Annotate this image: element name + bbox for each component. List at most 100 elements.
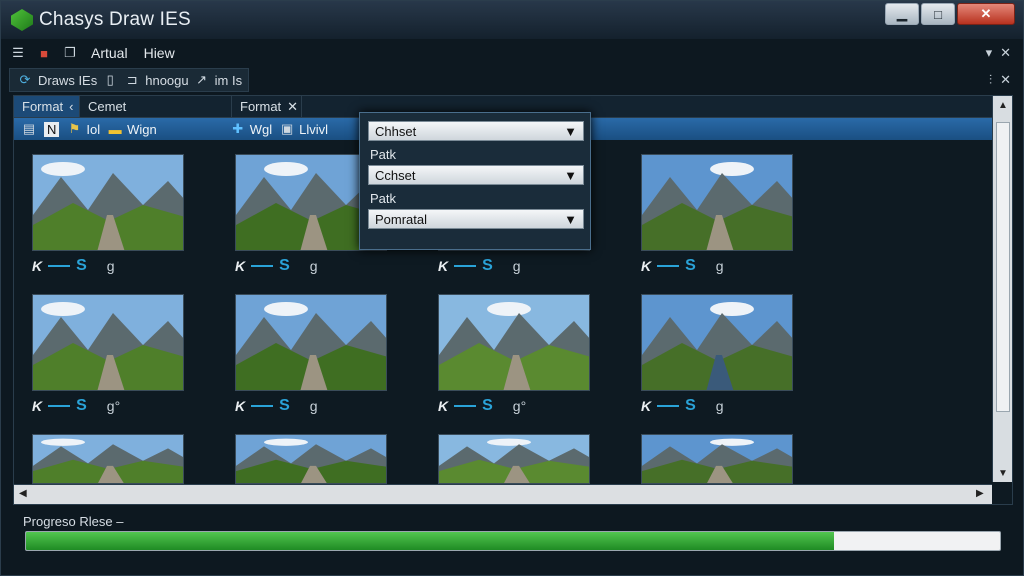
thumbnail-item[interactable]: K Sg: [641, 294, 793, 414]
thumbnail-status: S: [482, 257, 493, 274]
thumbnail-item[interactable]: K Sg°: [32, 294, 184, 414]
chevron-down-icon: ▼: [564, 211, 577, 227]
pen-icon[interactable]: ↗: [193, 71, 211, 89]
minimize-button[interactable]: ▁: [885, 3, 919, 25]
thumbnail-item[interactable]: K Sg: [235, 294, 387, 414]
thumbnail-tag: K: [235, 398, 246, 414]
ribbon-llvivl[interactable]: ▣ Llvivl: [278, 120, 328, 138]
frame-icon[interactable]: ⊐: [123, 71, 141, 89]
dropdown-select-pomratal[interactable]: Pomratal ▼: [368, 209, 584, 229]
vertical-scrollbar[interactable]: ▲ ▼: [992, 96, 1012, 482]
tab-cemet[interactable]: Cemet: [80, 96, 232, 117]
thumbnail-item[interactable]: K Sg: [641, 154, 793, 274]
title-bar[interactable]: Chasys Draw IES ▁ □ ✕: [1, 1, 1023, 39]
ribbon-letter[interactable]: N: [44, 121, 60, 137]
ribbon-copy[interactable]: ▤: [20, 120, 38, 138]
scroll-right-icon[interactable]: ▶: [976, 488, 984, 499]
scroll-left-icon[interactable]: ◀: [19, 488, 27, 499]
toolbar-grip-icon[interactable]: ⫶: [989, 72, 992, 88]
horizontal-scrollbar[interactable]: ◀ ▶: [14, 484, 992, 504]
plus-icon: ✚: [232, 121, 244, 136]
tab-close-icon[interactable]: ✕: [287, 99, 298, 115]
thumbnail-glyph: g: [309, 398, 318, 414]
menu-artual[interactable]: Artual: [87, 45, 132, 61]
ribbon-wgl[interactable]: ✚ Wgl: [229, 120, 272, 138]
thumbnail-tag: K: [641, 258, 652, 274]
maximize-button[interactable]: □: [921, 3, 955, 25]
thumbnail-meta: K Sg: [32, 257, 184, 274]
link-line: [454, 265, 477, 267]
thumbnail-status: S: [685, 257, 696, 274]
thumbnail-tag: K: [438, 398, 449, 414]
landscape-thumbnail[interactable]: [438, 434, 590, 484]
link-line: [454, 405, 477, 407]
scrollbar-thumb[interactable]: [996, 122, 1010, 412]
thumbnail-glyph: g: [106, 258, 115, 274]
toolbar-hnoogu-label[interactable]: hnoogu: [145, 73, 188, 88]
landscape-thumbnail[interactable]: [32, 434, 184, 484]
thumbnail-status: S: [279, 257, 290, 274]
thumbnail-meta: K Sg: [235, 397, 387, 414]
ribbon-wgl-label: Wgl: [249, 121, 273, 137]
landscape-thumbnail[interactable]: [32, 154, 184, 251]
thumbnail-glyph: g: [715, 258, 724, 274]
link-line: [48, 265, 71, 267]
landscape-thumbnail[interactable]: [32, 294, 184, 391]
thumbnail-meta: K Sg°: [32, 397, 184, 414]
tab-format-1[interactable]: Format ‹: [14, 96, 80, 117]
landscape-thumbnail[interactable]: [235, 294, 387, 391]
landscape-thumbnail[interactable]: [438, 294, 590, 391]
thumbnail-item[interactable]: K Sg: [32, 154, 184, 274]
dropdown-label-patk-2: Patk: [370, 190, 397, 206]
tab-format-2[interactable]: Format ✕: [232, 96, 302, 117]
landscape-thumbnail[interactable]: [641, 294, 793, 391]
tab-label: Format: [22, 99, 64, 114]
thumbnail-status: S: [685, 397, 696, 414]
scroll-up-icon[interactable]: ▲: [998, 100, 1008, 111]
menubar-dropdown-icon[interactable]: ▾: [986, 45, 993, 61]
thumbnail-glyph: g: [512, 258, 521, 274]
landscape-thumbnail[interactable]: [641, 434, 793, 484]
select-value: Pomratal: [375, 211, 428, 227]
thumbnail-tag: K: [641, 398, 652, 414]
menu-hiew[interactable]: Hiew: [140, 45, 179, 61]
document-icon[interactable]: ▯: [101, 71, 119, 89]
thumbnail-meta: K Sg: [235, 257, 387, 274]
toolbar-im-label[interactable]: im Is: [215, 73, 242, 88]
hamburger-icon[interactable]: ☰: [9, 44, 27, 62]
thumbnail-meta: K Sg: [641, 397, 793, 414]
close-button[interactable]: ✕: [957, 3, 1015, 25]
image-icon: ▣: [280, 121, 294, 136]
link-line: [251, 265, 274, 267]
toolbar-draws-label[interactable]: Draws IEs: [38, 73, 97, 88]
scroll-down-icon[interactable]: ▼: [998, 468, 1008, 479]
progress-fill: [26, 532, 835, 550]
ribbon-wign[interactable]: ▬ Wign: [106, 120, 157, 138]
palette-icon[interactable]: ■: [35, 44, 53, 62]
dropdown-select-chhset[interactable]: Chhset ▼: [368, 121, 584, 141]
chevron-down-icon: ▼: [564, 167, 577, 183]
thumbnail-tag: K: [235, 258, 246, 274]
tab-label: Format: [240, 99, 282, 114]
layers-icon[interactable]: ❐: [61, 44, 79, 62]
select-value: Cchset: [375, 167, 416, 183]
thumbnail-item[interactable]: K Sg°: [438, 294, 590, 414]
ribbon-letter-label: N: [47, 121, 57, 137]
refresh-icon[interactable]: ⟳: [16, 71, 34, 89]
flag-icon: ⚑: [68, 121, 81, 136]
progress-label: Progreso Rlese –: [23, 514, 124, 529]
dropdown-select-cchset[interactable]: Cchset ▼: [368, 165, 584, 185]
thumbnail-glyph: g°: [512, 398, 527, 414]
thumbnail-glyph: g: [309, 258, 318, 274]
link-line: [48, 405, 71, 407]
thumbnail-glyph: g°: [106, 398, 121, 414]
landscape-thumbnail[interactable]: [235, 434, 387, 484]
window-controls: ▁ □ ✕: [885, 3, 1015, 25]
ribbon-iol[interactable]: ⚑ Iol: [65, 120, 101, 138]
toolbar-close-icon[interactable]: ✕: [1000, 72, 1011, 88]
thumbnail-meta: K Sg: [438, 257, 590, 274]
tab-collapse-icon[interactable]: ‹: [69, 99, 73, 114]
landscape-thumbnail[interactable]: [641, 154, 793, 251]
thumbnail-status: S: [279, 397, 290, 414]
menubar-close-icon[interactable]: ✕: [1000, 45, 1011, 61]
